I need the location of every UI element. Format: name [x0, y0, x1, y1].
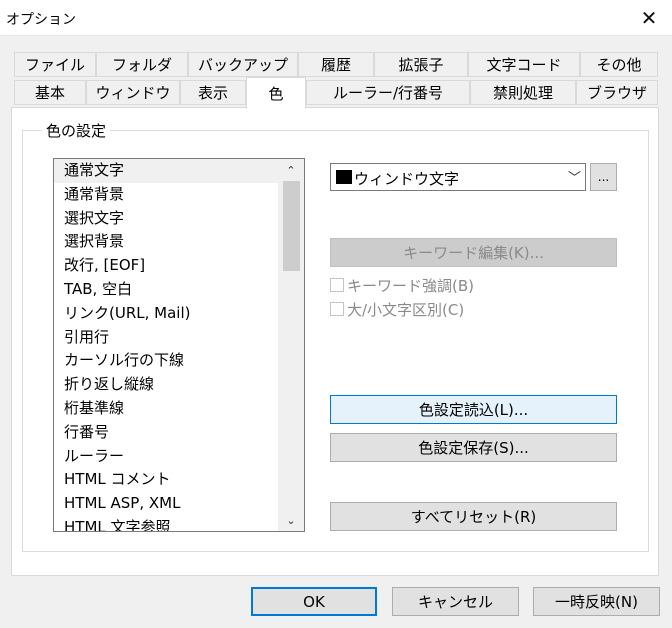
list-item[interactable]: リンク(URL, Mail) [54, 302, 278, 326]
checkbox-box [330, 278, 344, 292]
reset-all-button[interactable]: すべてリセット(R) [330, 502, 617, 531]
close-icon: ✕ [640, 6, 658, 30]
list-item[interactable]: TAB, 空白 [54, 278, 278, 302]
tab-color[interactable]: 色 [246, 77, 306, 109]
list-item[interactable]: 通常背景 [54, 183, 278, 207]
tab-file[interactable]: ファイル [14, 52, 96, 77]
tab-ruler-linenumber[interactable]: ルーラー/行番号 [306, 80, 470, 105]
color-select-value: ウィンドウ文字 [354, 170, 460, 188]
keyword-edit-button[interactable]: キーワード編集(K)... [330, 238, 617, 267]
list-item[interactable]: カーソル行の下線 [54, 349, 278, 373]
tab-folder[interactable]: フォルダ [96, 52, 188, 77]
chevron-down-icon: ﹀ [567, 171, 581, 186]
list-item[interactable]: 行番号 [54, 421, 278, 445]
group-label: 色の設定 [42, 120, 111, 141]
chevron-up-icon: ⌃ [286, 163, 296, 177]
close-button[interactable]: ✕ [626, 0, 672, 36]
ok-button[interactable]: OK [251, 587, 377, 616]
list-item[interactable]: 折り返し縦線 [54, 373, 278, 397]
title-bar: オプション ✕ [0, 0, 672, 36]
scroll-down-button[interactable]: ⌄ [278, 509, 304, 531]
tab-panel-color: 色の設定 通常文字 通常背景 選択文字 選択背景 改行, [EOF] TAB, … [11, 107, 659, 576]
tab-kinsoku[interactable]: 禁則処理 [470, 80, 576, 105]
apply-temporarily-button[interactable]: 一時反映(N) [533, 587, 660, 616]
cancel-button[interactable]: キャンセル [392, 587, 519, 616]
color-browse-button[interactable]: ... [590, 163, 617, 191]
list-item[interactable]: 通常文字 [54, 159, 278, 183]
vertical-scrollbar[interactable]: ⌃ ⌄ [278, 159, 304, 531]
list-item[interactable]: 引用行 [54, 326, 278, 350]
scroll-up-button[interactable]: ⌃ [278, 159, 304, 181]
window-title: オプション [6, 12, 76, 28]
list-item[interactable]: ルーラー [54, 445, 278, 469]
scroll-thumb[interactable] [283, 181, 300, 271]
tab-extension[interactable]: 拡張子 [374, 52, 468, 77]
color-swatch [336, 170, 352, 184]
checkbox-box [330, 302, 344, 316]
tab-backup[interactable]: バックアップ [188, 52, 298, 77]
chevron-down-icon: ⌄ [286, 513, 296, 527]
color-select[interactable]: ウィンドウ文字 ﹀ [330, 163, 586, 191]
list-item[interactable]: HTML 文字参照 [54, 516, 278, 531]
tab-basic[interactable]: 基本 [14, 80, 86, 105]
load-colors-button[interactable]: 色設定読込(L)... [330, 395, 617, 424]
list-item[interactable]: 改行, [EOF] [54, 254, 278, 278]
list-item[interactable]: HTML ASP, XML [54, 492, 278, 516]
tab-other[interactable]: その他 [580, 52, 658, 77]
list-item[interactable]: HTML コメント [54, 468, 278, 492]
list-items: 通常文字 通常背景 選択文字 選択背景 改行, [EOF] TAB, 空白 リン… [54, 159, 278, 531]
tab-display[interactable]: 表示 [180, 80, 246, 105]
case-sensitive-checkbox[interactable]: 大/小文字区別(C) [330, 299, 464, 319]
save-colors-button[interactable]: 色設定保存(S)... [330, 433, 617, 462]
tab-history[interactable]: 履歴 [298, 52, 374, 77]
checkbox-label: キーワード強調(B) [347, 276, 474, 295]
checkbox-label: 大/小文字区別(C) [347, 300, 465, 319]
list-item[interactable]: 桁基準線 [54, 397, 278, 421]
tab-browser[interactable]: ブラウザ [576, 80, 658, 105]
tab-charset[interactable]: 文字コード [468, 52, 580, 77]
list-item[interactable]: 選択文字 [54, 207, 278, 231]
keyword-emphasis-checkbox[interactable]: キーワード強調(B) [330, 275, 474, 295]
color-item-list[interactable]: 通常文字 通常背景 選択文字 選択背景 改行, [EOF] TAB, 空白 リン… [53, 158, 305, 532]
list-item[interactable]: 選択背景 [54, 230, 278, 254]
tab-window[interactable]: ウィンドウ [86, 80, 180, 105]
